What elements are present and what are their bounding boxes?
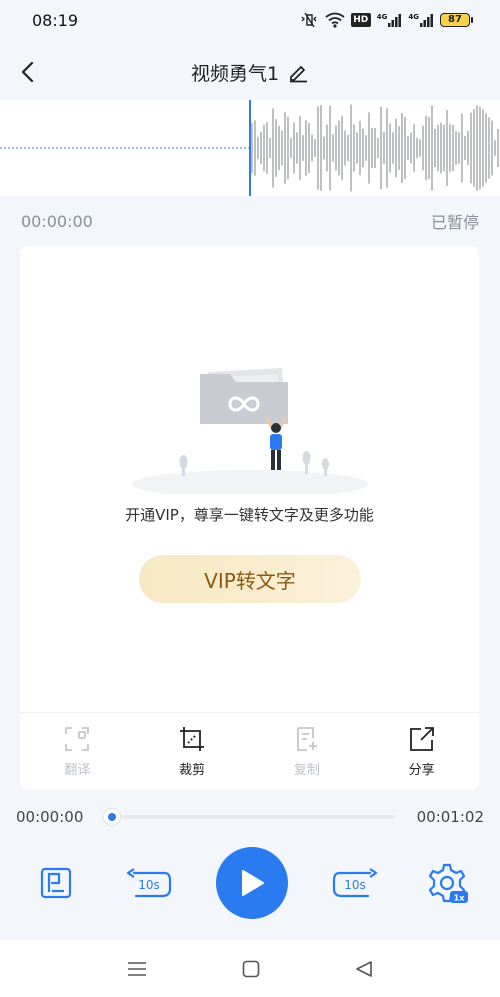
flag-mark-icon [40, 867, 72, 899]
progress-slider[interactable] [103, 808, 395, 826]
battery-icon: 87 [440, 13, 473, 27]
transcript-card: 开通VIP，尊享一键转文字及更多功能 VIP转文字 翻译 裁剪 复制 分享 [20, 246, 479, 790]
signal-4g-icon: 4G [377, 13, 403, 27]
mark-button[interactable] [32, 859, 80, 907]
progress-thumb[interactable] [103, 808, 122, 826]
back-button[interactable] [14, 58, 42, 86]
status-bar: 08:19 HD 4G 4G 87 [0, 0, 500, 40]
pencil-icon [290, 66, 308, 83]
empty-state-illustration [130, 354, 370, 498]
rewind-10s-button[interactable]: 10s [122, 859, 174, 907]
svg-text:1x: 1x [454, 894, 466, 903]
nav-bar: 视频勇气1 [0, 48, 500, 96]
waveform[interactable] [0, 100, 500, 196]
recent-apps-button[interactable] [127, 960, 147, 978]
vip-promo-text: 开通VIP，尊享一键转文字及更多功能 [125, 506, 374, 524]
progress-total-time: 00:01:02 [416, 808, 484, 826]
page-title: 视频勇气1 [190, 62, 280, 85]
progress-current-time: 00:00:00 [16, 808, 84, 826]
forward-10s-button[interactable]: 10s [330, 859, 382, 907]
svg-text:10s: 10s [344, 878, 366, 892]
edit-title-button[interactable] [287, 61, 309, 83]
system-back-button[interactable] [355, 960, 373, 978]
crop-icon [180, 727, 205, 751]
speed-settings-button[interactable]: 1x [424, 859, 472, 907]
waveform-bars [251, 104, 499, 192]
menu-lines-icon [128, 961, 147, 976]
copy-doc-icon [296, 727, 317, 751]
tool-crop-label: 裁剪 [179, 763, 206, 778]
tool-share-label: 分享 [408, 763, 435, 778]
status-icons: HD 4G 4G 87 [299, 12, 473, 28]
mute-vibrate-icon [299, 12, 319, 28]
svg-text:10s: 10s [138, 878, 160, 892]
current-time-label: 00:00:00 [21, 211, 93, 231]
tool-translate-label: 翻译 [64, 763, 91, 778]
tool-share[interactable]: 分享 [382, 725, 462, 778]
back-arrow-icon [21, 61, 34, 83]
signal-4g-icon-2: 4G [408, 13, 434, 27]
play-button[interactable] [216, 847, 288, 919]
forward-icon: 10s [332, 868, 378, 898]
hd-icon: HD [350, 13, 371, 27]
play-icon [242, 870, 264, 896]
scan-icon [65, 727, 90, 751]
tool-copy-label: 复制 [293, 763, 320, 778]
home-button[interactable] [242, 960, 260, 978]
title-wrap: 视频勇气1 [191, 59, 309, 86]
tool-translate[interactable]: 翻译 [37, 725, 117, 778]
system-nav-bar [0, 940, 500, 997]
rewind-icon: 10s [126, 868, 172, 898]
playback-state-label: 已暂停 [430, 213, 479, 232]
square-home-icon [242, 960, 260, 977]
triangle-back-icon [355, 960, 372, 977]
gear-speed-icon: 1x [428, 863, 468, 903]
tool-crop[interactable]: 裁剪 [152, 725, 232, 778]
tool-copy[interactable]: 复制 [267, 725, 347, 778]
wifi-icon [325, 12, 345, 28]
share-icon [409, 727, 434, 751]
playback-controls: 10s 10s 1x [0, 847, 500, 919]
status-time: 08:19 [32, 10, 79, 30]
vip-transcribe-button[interactable]: VIP转文字 [139, 555, 361, 603]
progress-row: 00:00:00 00:01:02 [0, 802, 500, 832]
time-row: 00:00:00 已暂停 [0, 208, 500, 234]
tool-bar: 翻译 裁剪 复制 分享 [20, 712, 479, 790]
